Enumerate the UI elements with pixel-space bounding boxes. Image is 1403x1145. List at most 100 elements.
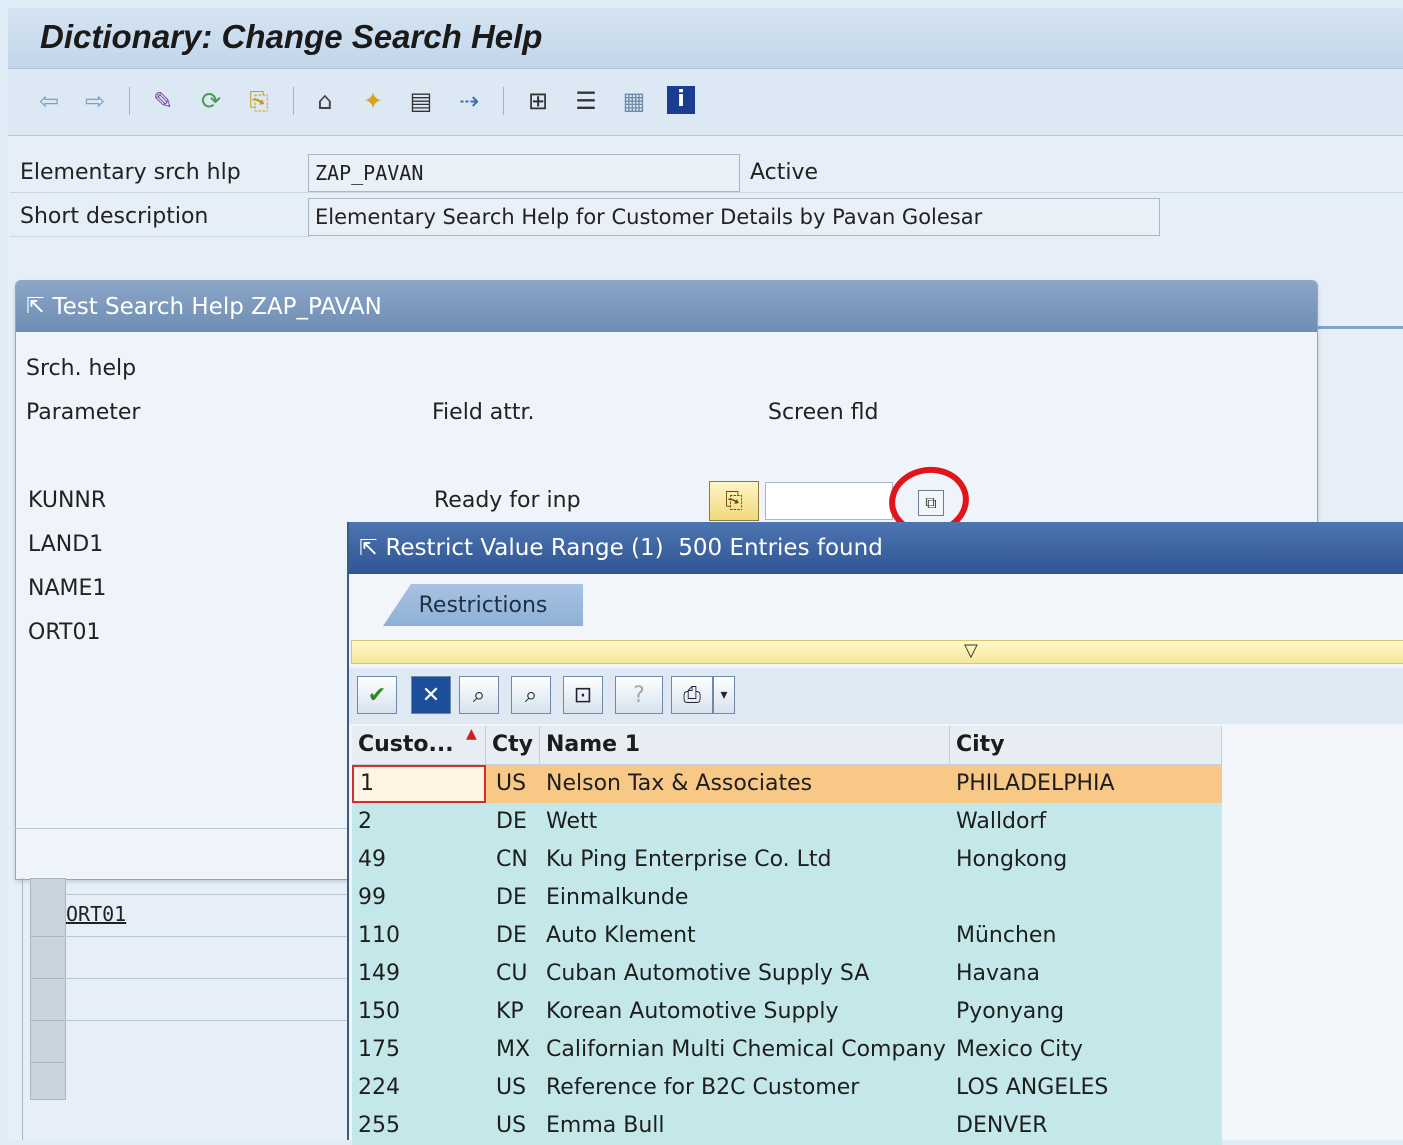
value-dialog-title: Restrict Value Range (1) 500 Entries fou…: [385, 535, 883, 561]
forward-arrow-icon[interactable]: ⇨: [80, 86, 110, 116]
window-title: Dictionary: Change Search Help: [40, 18, 543, 55]
behind-row-ort01[interactable]: ORT01: [66, 902, 126, 926]
back-arrow-icon[interactable]: ⇦: [34, 86, 64, 116]
row-selector-column[interactable]: [30, 878, 66, 1100]
table-row[interactable]: 255 US Emma Bull DENVER: [352, 1107, 1222, 1145]
name-cell[interactable]: Wett: [540, 803, 950, 841]
restrictions-collapse-bar[interactable]: ▽: [351, 640, 1403, 664]
print-dropdown-icon[interactable]: ▾: [713, 676, 735, 714]
name-cell[interactable]: Emma Bull: [540, 1107, 950, 1145]
table-row[interactable]: 1 US Nelson Tax & Associates PHILADELPHIA: [352, 765, 1222, 803]
city-cell[interactable]: PHILADELPHIA: [950, 765, 1222, 803]
city-cell[interactable]: München: [950, 917, 1222, 955]
table-header: Custo... ▲ Cty Name 1 City: [352, 726, 1222, 765]
table-row[interactable]: 49 CN Ku Ping Enterprise Co. Ltd Hongkong: [352, 841, 1222, 879]
customer-cell[interactable]: 99: [352, 879, 486, 917]
list-icon[interactable]: ▦: [619, 86, 649, 116]
table-row[interactable]: 110 DE Auto Klement München: [352, 917, 1222, 955]
short-description-field[interactable]: Elementary Search Help for Customer Deta…: [308, 198, 1160, 236]
customer-cell[interactable]: 175: [352, 1031, 486, 1069]
city-cell[interactable]: Havana: [950, 955, 1222, 993]
country-cell[interactable]: US: [486, 1069, 540, 1107]
check-icon[interactable]: ⟳: [196, 86, 226, 116]
name-cell[interactable]: Auto Klement: [540, 917, 950, 955]
country-cell[interactable]: US: [486, 765, 540, 803]
city-cell[interactable]: Pyonyang: [950, 993, 1222, 1031]
column-header-city[interactable]: City: [950, 726, 1222, 764]
stack-icon[interactable]: ☰: [571, 86, 601, 116]
status-text: Active: [750, 160, 819, 185]
country-cell[interactable]: KP: [486, 993, 540, 1031]
table-row[interactable]: 175 MX Californian Multi Chemical Company M…: [352, 1031, 1222, 1069]
name-cell[interactable]: Ku Ping Enterprise Co. Ltd: [540, 841, 950, 879]
name-cell[interactable]: Reference for B2C Customer: [540, 1069, 950, 1107]
new-object-icon[interactable]: ✦: [358, 86, 388, 116]
alv-toolbar: ✔ ✕ ⌕ ⌕ ⊡ ? ⎙ ▾: [349, 668, 1403, 724]
customer-cell[interactable]: 149: [352, 955, 486, 993]
display-object-list-icon[interactable]: ⇢: [454, 86, 484, 116]
country-cell[interactable]: CN: [486, 841, 540, 879]
activate-icon[interactable]: ⎘: [244, 86, 274, 116]
print-icon[interactable]: ⎙: [671, 676, 713, 714]
dialog-icon: ⇱: [359, 535, 378, 561]
city-cell[interactable]: [950, 879, 1222, 917]
value-dialog-titlebar: ⇱ Restrict Value Range (1) 500 Entries f…: [349, 522, 1403, 574]
info-icon[interactable]: i: [667, 86, 695, 114]
city-cell[interactable]: DENVER: [950, 1107, 1222, 1145]
tabstrip: Restrictions: [349, 574, 1403, 646]
table-row[interactable]: 150 KP Korean Automotive Supply Pyonyang: [352, 993, 1222, 1031]
country-cell[interactable]: DE: [486, 917, 540, 955]
country-cell[interactable]: US: [486, 1107, 540, 1145]
elementary-search-help-label: Elementary srch hlp: [20, 160, 241, 185]
test-dialog-title: Test Search Help ZAP_PAVAN: [52, 293, 382, 320]
country-cell[interactable]: DE: [486, 803, 540, 841]
city-cell[interactable]: Mexico City: [950, 1031, 1222, 1069]
tab-restrictions[interactable]: Restrictions: [383, 584, 583, 626]
customer-cell[interactable]: 110: [352, 917, 486, 955]
country-cell[interactable]: MX: [486, 1031, 540, 1069]
param-ort01: ORT01: [28, 620, 101, 645]
field-attr-column-header: Field attr.: [432, 400, 535, 425]
find-icon[interactable]: ⌕: [459, 676, 499, 714]
collapse-arrow-icon[interactable]: ▽: [964, 640, 978, 661]
customer-cell[interactable]: 255: [352, 1107, 486, 1145]
country-cell[interactable]: CU: [486, 955, 540, 993]
find-next-icon[interactable]: ⌕: [511, 676, 551, 714]
confirm-check-icon[interactable]: ✔: [357, 676, 397, 714]
name-cell[interactable]: Korean Automotive Supply: [540, 993, 950, 1031]
customer-cell[interactable]: 224: [352, 1069, 486, 1107]
cancel-icon[interactable]: ✕: [411, 676, 451, 714]
param-land1: LAND1: [28, 532, 104, 557]
table-row[interactable]: 99 DE Einmalkunde: [352, 879, 1222, 917]
copy-icon[interactable]: ⊡: [563, 676, 603, 714]
column-header-country[interactable]: Cty: [486, 726, 540, 764]
column-header-name[interactable]: Name 1: [540, 726, 950, 764]
name-cell[interactable]: Einmalkunde: [540, 879, 950, 917]
param-name1: NAME1: [28, 576, 107, 601]
kunnr-screen-field-input[interactable]: [765, 482, 893, 520]
name-cell[interactable]: Californian Multi Chemical Company: [540, 1031, 950, 1069]
kunnr-field-button[interactable]: ⎘: [709, 481, 759, 521]
table-row[interactable]: 224 US Reference for B2C Customer LOS ANGEL…: [352, 1069, 1222, 1107]
param-kunnr: KUNNR: [28, 488, 107, 513]
customer-cell[interactable]: 1: [352, 765, 486, 803]
application-toolbar: ⇦ ⇨ ✎ ⟳ ⎘ ⌂ ✦ ▤ ⇢ ⊞ ☰ ▦ i: [8, 69, 1403, 136]
name-cell[interactable]: Cuban Automotive Supply SA: [540, 955, 950, 993]
customer-cell[interactable]: 2: [352, 803, 486, 841]
search-help-name-field[interactable]: ZAP_PAVAN: [308, 154, 740, 192]
country-cell[interactable]: DE: [486, 879, 540, 917]
where-used-icon[interactable]: ⌂: [310, 86, 340, 116]
city-cell[interactable]: Walldorf: [950, 803, 1222, 841]
city-cell[interactable]: LOS ANGELES: [950, 1069, 1222, 1107]
city-cell[interactable]: Hongkong: [950, 841, 1222, 879]
insert-icon[interactable]: ▤: [406, 86, 436, 116]
name-cell[interactable]: Nelson Tax & Associates: [540, 765, 950, 803]
hierarchy-icon[interactable]: ⊞: [523, 86, 553, 116]
customer-cell[interactable]: 150: [352, 993, 486, 1031]
help-icon[interactable]: ?: [615, 676, 663, 714]
table-row[interactable]: 2 DE Wett Walldorf: [352, 803, 1222, 841]
customer-cell[interactable]: 49: [352, 841, 486, 879]
table-row[interactable]: 149 CU Cuban Automotive Supply SA Havana: [352, 955, 1222, 993]
title-bar: Dictionary: Change Search Help: [8, 8, 1403, 69]
display-change-icon[interactable]: ✎: [148, 86, 178, 116]
